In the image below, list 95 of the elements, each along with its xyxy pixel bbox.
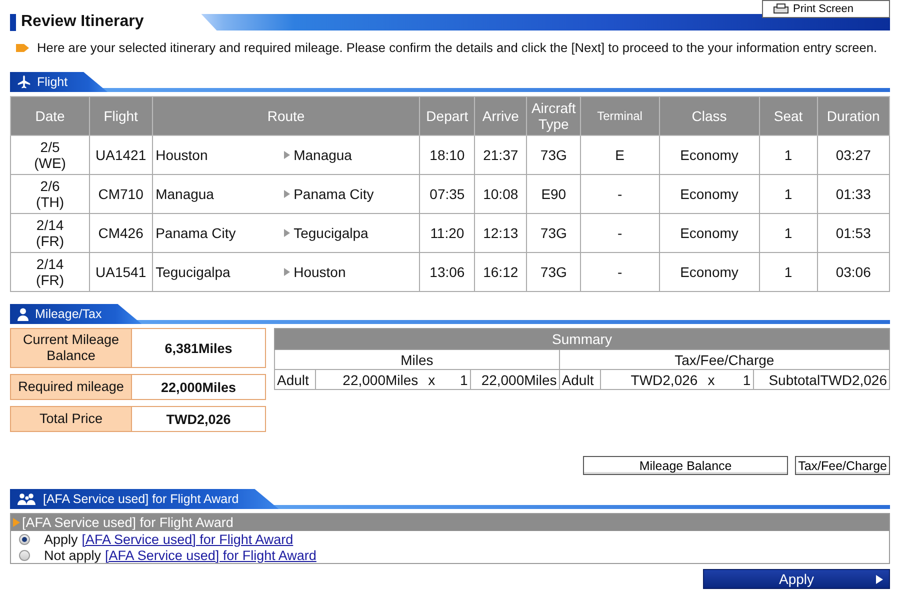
summary-header: Summary — [274, 328, 890, 350]
afa-link[interactable]: [AFA Service used] for Flight Award — [105, 548, 316, 562]
table-cell: 1 — [759, 174, 818, 214]
table-cell: - — [580, 252, 660, 292]
table-cell: CM426 — [90, 214, 152, 252]
column-header: Date — [10, 96, 90, 136]
table-cell: 03:27 — [817, 136, 890, 174]
print-screen-button[interactable]: Print Screen — [762, 0, 890, 18]
table-cell: 1 — [759, 136, 818, 174]
table-cell: 73G — [526, 252, 580, 292]
table-cell: 07:35 — [420, 174, 474, 214]
passenger-cell: Adult — [274, 370, 316, 390]
column-header: Route — [152, 96, 420, 136]
total-cell: SubtotalTWD2,026 — [753, 370, 890, 390]
table-cell: E90 — [526, 174, 580, 214]
times-text: x — [428, 372, 436, 388]
radio-button[interactable] — [19, 534, 30, 544]
summary-group-header: Miles — [274, 350, 560, 370]
destination-text: Tegucigalpa — [294, 225, 368, 241]
triangle-icon — [284, 229, 290, 237]
table-cell: 73G — [526, 136, 580, 174]
column-header: Arrive — [474, 96, 527, 136]
times-text: x — [708, 372, 715, 388]
count-text: 1 — [460, 372, 468, 388]
option-label: Apply — [44, 532, 78, 546]
triangle-icon — [284, 190, 290, 198]
printer-icon — [773, 3, 789, 15]
table-cell: 01:53 — [817, 214, 890, 252]
amount-text: TWD2,026 — [630, 372, 698, 388]
person-icon — [17, 308, 29, 320]
table-cell: 13:06 — [420, 252, 474, 292]
column-header: Class — [659, 96, 760, 136]
origin-text: Panama City — [156, 225, 237, 241]
table-cell: 01:33 — [817, 174, 890, 214]
destination-text: Managua — [294, 147, 352, 163]
people-icon — [17, 493, 37, 505]
total-cell: 22,000Miles — [470, 370, 560, 390]
column-header: Flight — [90, 96, 152, 136]
table-cell: 21:37 — [474, 136, 527, 174]
table-cell: - — [580, 214, 660, 252]
afa-link[interactable]: [AFA Service used] for Flight Award — [82, 532, 294, 546]
table-cell: - — [580, 174, 660, 214]
origin-text: Tegucigalpa — [156, 264, 232, 280]
apply-button[interactable]: Apply — [703, 569, 890, 589]
table-cell: 11:20 — [420, 214, 474, 252]
amount-text: 22,000Miles — [342, 372, 418, 388]
origin-text: Managua — [156, 186, 215, 202]
table-cell: 18:10 — [420, 136, 474, 174]
table-cell: 03:06 — [817, 252, 890, 292]
column-header: Duration — [817, 96, 890, 136]
column-header: Seat — [759, 96, 818, 136]
triangle-icon — [284, 268, 290, 276]
triangle-icon — [284, 151, 290, 159]
table-cell: Economy — [659, 136, 760, 174]
balance-label: Total Price — [11, 407, 132, 431]
table-cell: 10:08 — [474, 174, 527, 214]
panel-title: [AFA Service used] for Flight Award — [22, 515, 234, 530]
table-cell: 1 — [759, 214, 818, 252]
table-cell: Economy — [659, 214, 760, 252]
option-label: Not apply — [44, 548, 102, 562]
intro-text: Here are your selected itinerary and required mileage. Please confirm the details and click the [Next] to proceed to the your information entry screen. — [37, 40, 878, 56]
summary-button[interactable]: Mileage Balance — [583, 456, 788, 475]
date-cell: 2/5 (WE) — [10, 136, 90, 174]
radio-button[interactable] — [19, 550, 30, 560]
triangle-icon — [13, 518, 20, 527]
destination-text: Houston — [294, 264, 346, 280]
triangle-icon — [876, 575, 883, 584]
table-cell: 1 — [759, 252, 818, 292]
title-marker — [10, 14, 16, 30]
table-cell: UA1421 — [90, 136, 152, 174]
table-cell: 73G — [526, 214, 580, 252]
table-cell: Economy — [659, 252, 760, 292]
date-cell: 2/14 (FR) — [10, 214, 90, 252]
arrow-bullet-icon — [16, 43, 29, 53]
date-cell: 2/14 (FR) — [10, 252, 90, 292]
balance-label: Current Mileage Balance — [11, 329, 132, 367]
table-cell: 16:12 — [474, 252, 527, 292]
passenger-cell: Adult — [559, 370, 600, 390]
table-cell: CM710 — [90, 174, 152, 214]
table-cell: E — [580, 136, 660, 174]
date-cell: 2/6 (TH) — [10, 174, 90, 214]
origin-text: Houston — [156, 147, 209, 163]
summary-button[interactable]: Tax/Fee/Charge — [795, 456, 890, 475]
column-header: Aircraft Type — [526, 96, 580, 136]
page-title: Review Itinerary — [21, 13, 144, 31]
table-cell: UA1541 — [90, 252, 152, 292]
column-header: Depart — [420, 96, 474, 136]
count-text: 1 — [742, 372, 751, 388]
airplane-icon — [17, 75, 31, 89]
balance-label: Required mileage — [11, 375, 132, 399]
summary-group-header: Tax/Fee/Charge — [559, 350, 890, 370]
table-cell: Economy — [659, 174, 760, 214]
destination-text: Panama City — [294, 186, 374, 202]
table-cell: 12:13 — [474, 214, 527, 252]
column-header: Terminal — [580, 96, 660, 136]
